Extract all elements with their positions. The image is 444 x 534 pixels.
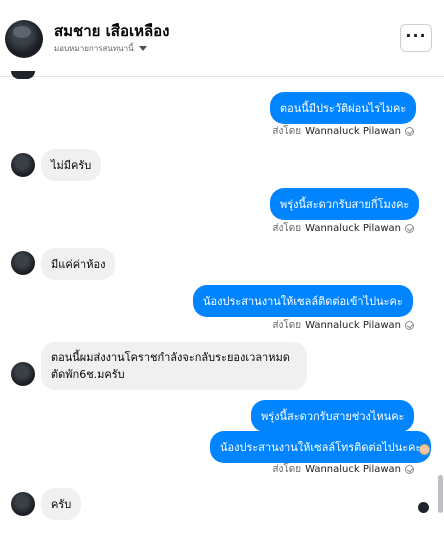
- assign-conversation-dropdown[interactable]: มอบหมายการสนทนานี้: [54, 42, 147, 55]
- contact-avatar[interactable]: [11, 153, 35, 177]
- contact-avatar[interactable]: [11, 251, 35, 275]
- incoming-message[interactable]: ตอนนี้ผมส่งงานโคราชกำลังจะกลับระยองเวลาห…: [41, 342, 307, 390]
- seen-avatar-icon: [418, 502, 429, 513]
- check-circle-icon: [405, 465, 414, 474]
- check-circle-icon: [405, 127, 414, 136]
- contact-avatar[interactable]: [11, 362, 35, 386]
- incoming-message[interactable]: มีแค่ค่าห้อง: [41, 248, 116, 280]
- outgoing-message[interactable]: น้องประสานงานให้เซลล์โทรติดต่อไปนะคะ: [210, 431, 432, 463]
- conversation-header: สมชาย เสือเหลือง มอบหมายการสนทนานี้ ···: [0, 0, 444, 77]
- check-circle-icon: [405, 321, 414, 330]
- check-circle-icon: [405, 224, 414, 233]
- outgoing-message[interactable]: น้องประสานงานให้เซลล์ติดต่อเข้าไปนะคะ: [193, 285, 413, 317]
- sent-by-label: ส่งโดย Wannaluck Pilawan: [272, 462, 414, 477]
- seen-avatar-icon: [419, 444, 430, 455]
- caret-down-icon: [138, 46, 147, 51]
- more-options-button[interactable]: ···: [400, 24, 432, 52]
- contact-name[interactable]: สมชาย เสือเหลือง: [54, 19, 170, 43]
- sent-by-label: ส่งโดย Wannaluck Pilawan: [272, 318, 414, 333]
- ellipsis-icon: ···: [405, 25, 427, 45]
- contact-avatar-partial: [11, 71, 35, 79]
- outgoing-message[interactable]: ตอนนี้มีประวัติผ่อนไรไมคะ: [270, 92, 417, 124]
- incoming-message[interactable]: ครับ: [41, 488, 82, 520]
- contact-avatar[interactable]: [11, 492, 35, 516]
- sent-by-label: ส่งโดย Wannaluck Pilawan: [272, 221, 414, 236]
- assign-conversation-label: มอบหมายการสนทนานี้: [54, 44, 134, 53]
- incoming-message[interactable]: ไม่มีครับ: [41, 149, 102, 181]
- scrollbar-thumb[interactable]: [438, 475, 443, 513]
- outgoing-message[interactable]: พรุ่งนี้สะดวกรับสายช่วงไหนคะ: [251, 400, 415, 432]
- contact-avatar[interactable]: [5, 20, 43, 58]
- sent-by-label: ส่งโดย Wannaluck Pilawan: [272, 124, 414, 139]
- outgoing-message[interactable]: พรุ่งนี้สะดวกรับสายกี่โมงคะ: [270, 188, 420, 220]
- message-thread: ตอนนี้มีประวัติผ่อนไรไมคะ ส่งโดย Wannalu…: [0, 71, 444, 534]
